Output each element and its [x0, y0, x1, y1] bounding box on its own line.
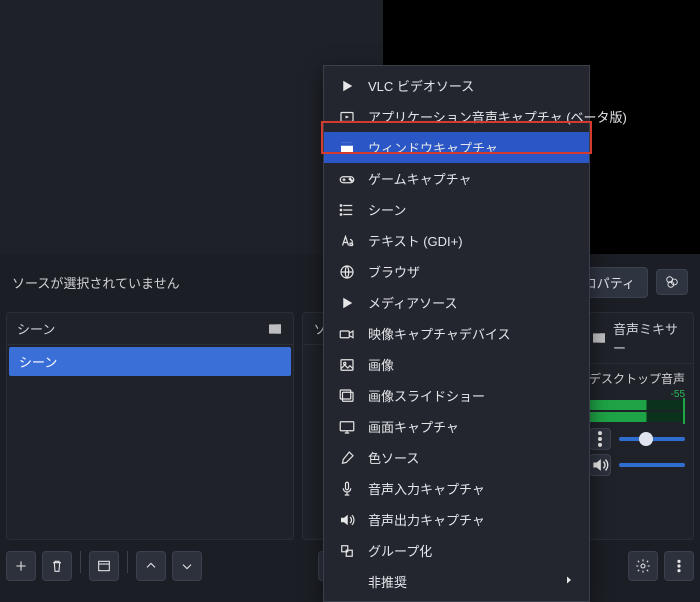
move-up-button[interactable]	[136, 551, 166, 581]
group-icon	[338, 542, 356, 560]
add-scene-button[interactable]	[6, 551, 36, 581]
ctx-text-gdi[interactable]: テキスト (GDI+)	[324, 225, 589, 256]
channel-menu-button[interactable]	[589, 428, 611, 450]
volume-slider-2[interactable]	[619, 463, 685, 467]
slideshow-icon	[338, 387, 356, 405]
mixer-controls-2	[589, 454, 685, 476]
scenes-toolbar	[6, 551, 310, 581]
remove-scene-button[interactable]	[42, 551, 72, 581]
mute-button[interactable]	[589, 454, 611, 476]
brush-icon	[338, 449, 356, 467]
filters-icon	[665, 275, 679, 289]
mixer-channel-name: デスクトップ音声	[589, 370, 685, 387]
scenes-list[interactable]: シーン	[7, 345, 293, 539]
scenes-header: シーン	[7, 313, 293, 345]
volume-slider[interactable]	[619, 437, 685, 441]
ctx-image[interactable]: 画像	[324, 349, 589, 380]
ctx-display-capture[interactable]: 画面キャプチャ	[324, 411, 589, 442]
play-icon	[338, 294, 356, 312]
ctx-deprecated-submenu[interactable]: 非推奨	[324, 566, 589, 597]
scenes-title: シーン	[17, 319, 267, 338]
gamepad-icon	[338, 170, 356, 188]
dock-icon[interactable]	[591, 330, 607, 346]
ctx-scene[interactable]: シーン	[324, 194, 589, 225]
mixer-body: デスクトップ音声 -55	[581, 364, 693, 539]
scene-item[interactable]: シーン	[9, 347, 291, 376]
globe-icon	[338, 263, 356, 281]
ctx-color-source[interactable]: 色ソース	[324, 442, 589, 473]
chevron-right-icon	[563, 574, 575, 589]
ctx-window-capture[interactable]: ウィンドウキャプチャ	[324, 132, 589, 163]
play-icon	[338, 77, 356, 95]
ctx-game-capture[interactable]: ゲームキャプチャ	[324, 163, 589, 194]
ctx-image-slideshow[interactable]: 画像スライドショー	[324, 380, 589, 411]
add-source-context-menu: VLC ビデオソース アプリケーション音声キャプチャ (ベータ版) ウィンドウキ…	[323, 65, 590, 602]
image-icon	[338, 356, 356, 374]
mixer-title: 音声ミキサー	[613, 319, 683, 357]
ctx-audio-input-capture[interactable]: 音声入力キャプチャ	[324, 473, 589, 504]
ctx-app-audio-capture[interactable]: アプリケーション音声キャプチャ (ベータ版)	[324, 101, 589, 132]
mixer-header: 音声ミキサー	[581, 313, 693, 364]
app-audio-icon	[338, 108, 356, 126]
dock-icon[interactable]	[267, 321, 283, 337]
list-icon	[338, 201, 356, 219]
mixer-toolbar	[628, 551, 694, 581]
mixer-controls	[589, 428, 685, 450]
move-down-button[interactable]	[172, 551, 202, 581]
camera-icon	[338, 325, 356, 343]
scene-filter-button[interactable]	[89, 551, 119, 581]
mixer-settings-button[interactable]	[628, 551, 658, 581]
monitor-icon	[338, 418, 356, 436]
audio-meter	[589, 400, 685, 410]
ctx-group[interactable]: グループ化	[324, 535, 589, 566]
audio-meter	[589, 412, 685, 422]
separator	[127, 551, 128, 573]
speaker-icon	[338, 511, 356, 529]
mixer-panel: 音声ミキサー デスクトップ音声 -55	[580, 312, 694, 540]
ctx-vlc-video-source[interactable]: VLC ビデオソース	[324, 70, 589, 101]
ctx-audio-output-capture[interactable]: 音声出力キャプチャ	[324, 504, 589, 535]
text-icon	[338, 232, 356, 250]
ctx-browser[interactable]: ブラウザ	[324, 256, 589, 287]
filters-button-partial[interactable]	[656, 269, 688, 295]
window-icon	[338, 139, 356, 157]
separator	[80, 551, 81, 573]
ctx-video-capture-device[interactable]: 映像キャプチャデバイス	[324, 318, 589, 349]
ctx-media-source[interactable]: メディアソース	[324, 287, 589, 318]
mixer-db-value: -55	[589, 389, 685, 400]
mic-icon	[338, 480, 356, 498]
slider-knob[interactable]	[639, 432, 653, 446]
scenes-panel: シーン シーン	[6, 312, 294, 540]
mixer-menu-button[interactable]	[664, 551, 694, 581]
